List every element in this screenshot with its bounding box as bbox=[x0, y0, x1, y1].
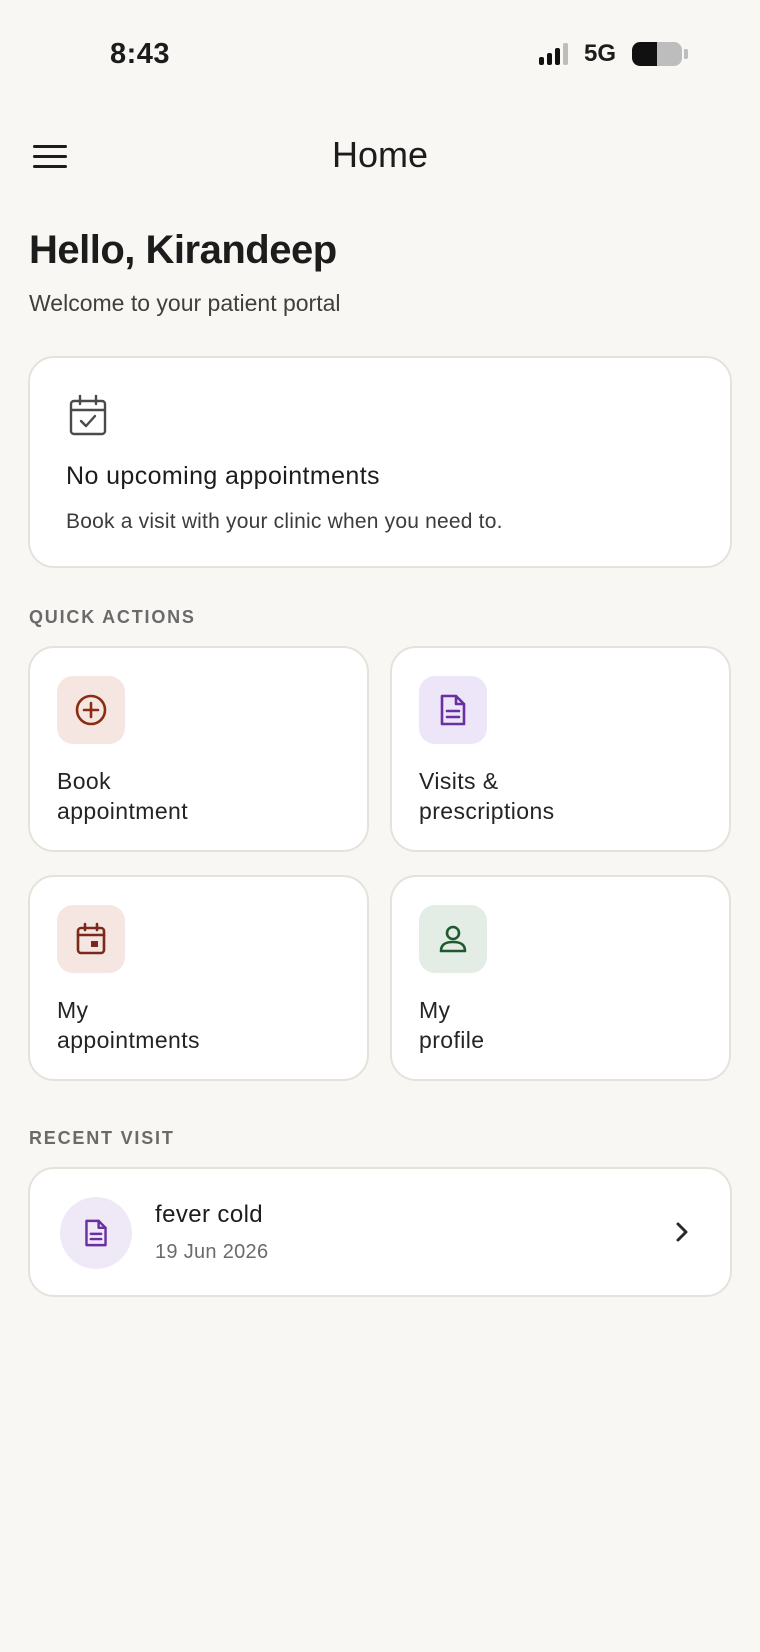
appointment-card-subtitle: Book a visit with your clinic when you n… bbox=[66, 510, 503, 533]
plus-circle-icon bbox=[75, 694, 107, 726]
quick-actions-label: QUICK ACTIONS bbox=[29, 607, 196, 627]
signal-icon bbox=[538, 43, 568, 65]
recent-visit-date: 19 Jun 2026 bbox=[155, 1241, 269, 1263]
visits-prescriptions-label: Visits & prescriptions bbox=[419, 768, 555, 824]
upcoming-appointments-card: No upcoming appointments Book a visit wi… bbox=[28, 356, 732, 568]
visits-prescriptions-button[interactable]: Visits & prescriptions bbox=[390, 646, 731, 852]
recent-visit-label: RECENT VISIT bbox=[29, 1128, 175, 1148]
my-profile-icon-tile bbox=[419, 905, 487, 973]
battery-level bbox=[632, 42, 657, 66]
battery-cap bbox=[684, 49, 688, 59]
page-title: Home bbox=[331, 134, 429, 175]
book-appointment-button[interactable]: Book appointment bbox=[28, 646, 369, 852]
calendar-icon bbox=[76, 922, 106, 955]
greeting-subtitle: Welcome to your patient portal bbox=[29, 290, 341, 316]
document-icon bbox=[440, 694, 466, 726]
calendar-check-icon bbox=[69, 394, 107, 436]
status-bar: 8:43 5G bbox=[0, 0, 760, 110]
battery-icon bbox=[632, 42, 682, 66]
appointment-card-title: No upcoming appointments bbox=[66, 462, 380, 490]
status-indicators: 5G bbox=[538, 40, 688, 68]
greeting-title: Hello, Kirandeep bbox=[29, 228, 337, 272]
visits-prescriptions-icon-tile bbox=[419, 676, 487, 744]
app-bar: Home bbox=[0, 120, 760, 192]
recent-visit-icon-circle bbox=[60, 1197, 132, 1269]
my-profile-button[interactable]: My profile bbox=[390, 875, 731, 1081]
recent-visit-title: fever cold bbox=[155, 1201, 264, 1228]
person-icon bbox=[439, 925, 467, 953]
document-icon bbox=[85, 1219, 107, 1247]
book-appointment-icon-tile bbox=[57, 676, 125, 744]
my-appointments-label: My appointments bbox=[57, 997, 200, 1053]
chevron-right-icon bbox=[676, 1222, 688, 1242]
my-appointments-icon-tile bbox=[57, 905, 125, 973]
my-profile-label: My profile bbox=[419, 997, 485, 1053]
recent-visit-item[interactable]: fever cold 19 Jun 2026 bbox=[28, 1167, 732, 1297]
network-type: 5G bbox=[583, 40, 616, 67]
book-appointment-label: Book appointment bbox=[57, 768, 188, 824]
my-appointments-button[interactable]: My appointments bbox=[28, 875, 369, 1081]
status-time: 8:43 bbox=[110, 38, 171, 70]
